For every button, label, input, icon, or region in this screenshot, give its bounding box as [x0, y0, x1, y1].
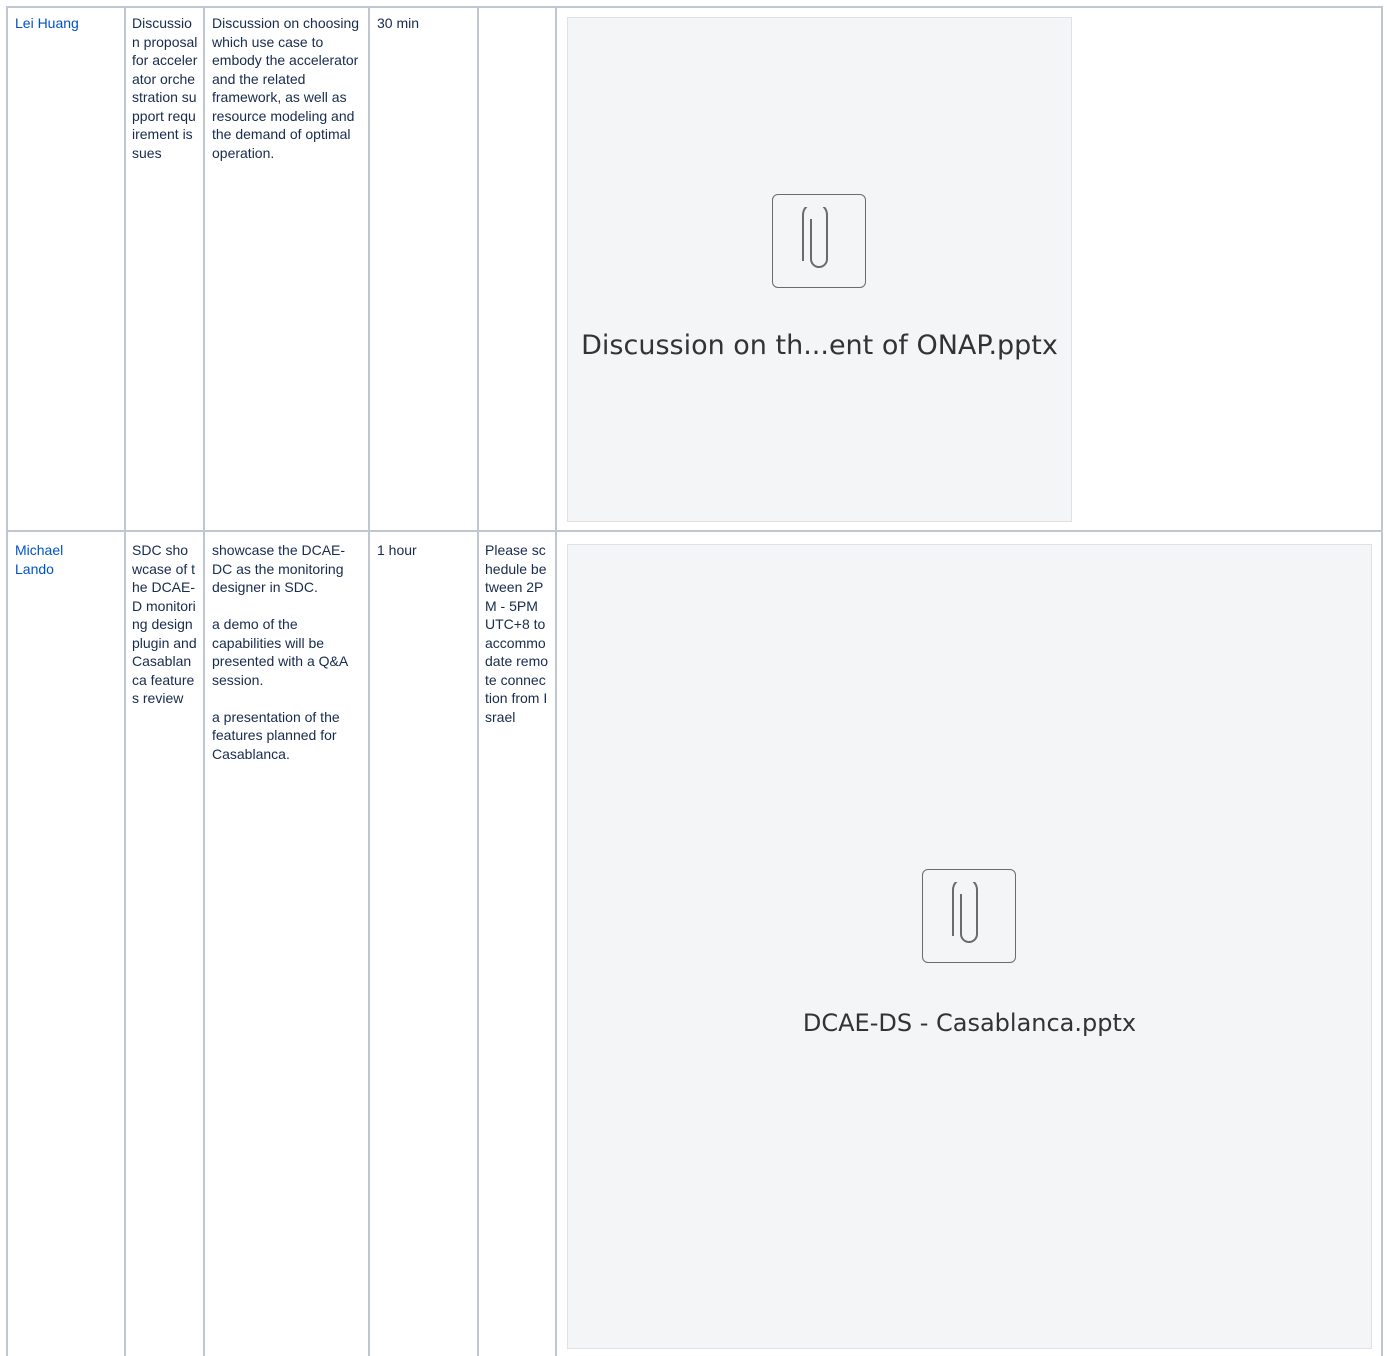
presenter-cell: Michael Lando [15, 541, 95, 578]
description-paragraph: a presentation of the features planned f… [212, 708, 340, 762]
column-divider [1381, 6, 1383, 1356]
column-divider [124, 6, 126, 1356]
topic-cell: SDC showcase of the DCAE-D monitoring de… [132, 542, 197, 706]
column-divider [203, 6, 205, 1356]
attachment-preview[interactable]: Discussion on th...ent of ONAP.pptx [567, 17, 1072, 522]
description-paragraph: showcase the DCAE-DC as the monitoring d… [212, 542, 346, 595]
presenter-link[interactable]: Lei Huang [15, 15, 79, 31]
column-divider [368, 6, 370, 1356]
paperclip-icon [772, 194, 866, 288]
topic-cell: Discussion proposal for accelerator orch… [132, 15, 198, 161]
presenter-cell: Lei Huang [15, 14, 119, 33]
column-divider [555, 6, 557, 1356]
description-paragraph: a demo of the capabilities will be prese… [212, 616, 348, 688]
row-divider [6, 530, 1383, 532]
attachment-preview[interactable]: DCAE-DS - Casablanca.pptx [567, 544, 1372, 1349]
column-divider [477, 6, 479, 1356]
presenter-link[interactable]: Michael Lando [15, 542, 63, 577]
duration-cell: 1 hour [377, 542, 417, 558]
column-divider [6, 6, 8, 1356]
table-border-top [6, 6, 1383, 8]
description-cell: showcase the DCAE-DC as the monitoring d… [212, 541, 360, 782]
attachment-filename: Discussion on th...ent of ONAP.pptx [581, 330, 1058, 361]
duration-cell: 30 min [377, 15, 420, 31]
description-paragraph: Discussion on choosing which use case to… [212, 15, 360, 161]
attachment-filename: DCAE-DS - Casablanca.pptx [802, 1009, 1137, 1037]
description-cell: Discussion on choosing which use case to… [212, 14, 360, 181]
notes-cell: Please schedule between 2PM - 5PM UTC+8 … [485, 542, 549, 725]
paperclip-icon [922, 869, 1016, 963]
